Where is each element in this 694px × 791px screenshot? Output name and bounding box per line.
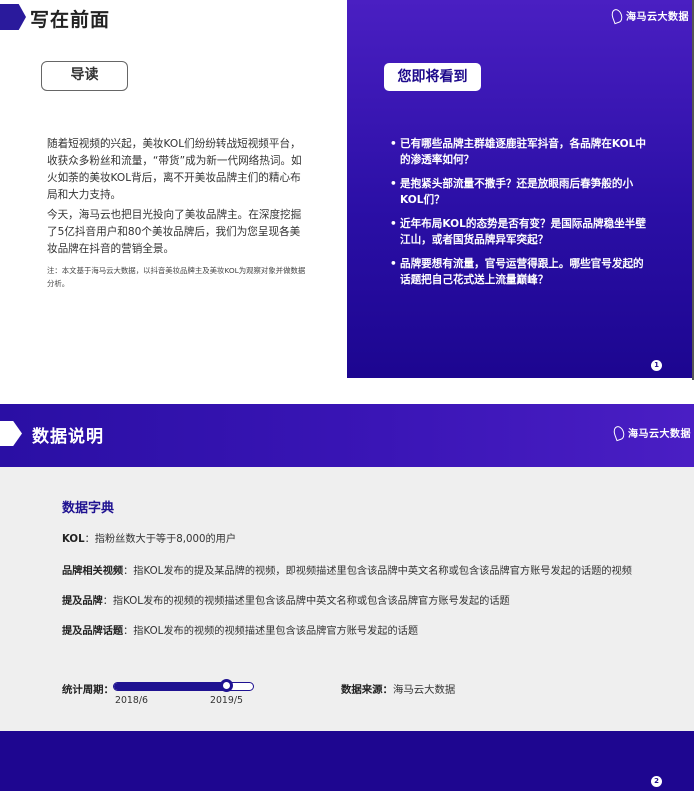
slide-data-notes: 数据说明 海马云大数据 数据字典 KOL：指粉丝数大于等于8,000的用户 品牌…	[0, 404, 694, 791]
brand-logo: 海马云大数据	[609, 7, 689, 24]
logo-text: 海马云大数据	[626, 12, 689, 23]
seahorse-icon	[611, 424, 627, 441]
definition-desc: ：指KOL发布的视频的视频描述里包含该品牌官方账号发起的话题	[123, 626, 419, 637]
preface-left-panel: 写在前面 导读 随着短视频的兴起，美妆KOL们纷纷转战短视频平台，收获众多粉丝和…	[0, 0, 347, 380]
page-number-badge: 2	[651, 776, 662, 787]
page-title: 写在前面	[30, 9, 111, 31]
dictionary-title: 数据字典	[62, 501, 115, 516]
guide-label: 导读	[41, 61, 128, 91]
definition-term: KOL	[62, 534, 85, 545]
period-end: 2019/5	[210, 695, 243, 706]
definition-row: KOL：指粉丝数大于等于8,000的用户	[62, 530, 662, 545]
data-source: 数据来源：海马云大数据	[341, 681, 455, 696]
brand-logo: 海马云大数据	[611, 424, 691, 441]
slide-preface: 写在前面 导读 随着短视频的兴起，美妆KOL们纷纷转战短视频平台，收获众多粉丝和…	[0, 0, 694, 380]
footnote: 注：本文基于海马云大数据，以抖音美妆品牌主及美妆KOL为观察对象并做数据分析。	[47, 266, 306, 288]
page-number-badge: 1	[651, 360, 662, 371]
question-list: 已有哪些品牌主群雄逐鹿驻军抖音，各品牌在KOL中的渗透率如何？ 是抱紧头部流量不…	[390, 136, 650, 296]
timeline-knob	[220, 679, 233, 692]
section-title: 数据说明	[32, 427, 104, 447]
seahorse-icon	[609, 7, 625, 24]
list-item: 已有哪些品牌主群雄逐鹿驻军抖音，各品牌在KOL中的渗透率如何？	[390, 136, 650, 168]
you-will-see-label: 您即将看到	[384, 63, 481, 91]
slide-header: 数据说明 海马云大数据	[0, 404, 694, 467]
list-item: 近年布局KOL的态势是否有变？是国际品牌稳坐半壁江山，或者国货品牌异军突起？	[390, 216, 650, 248]
logo-text: 海马云大数据	[628, 429, 691, 440]
source-value: 海马云大数据	[392, 684, 456, 696]
chevron-icon	[0, 4, 26, 30]
source-label: 数据来源：	[341, 684, 393, 696]
definition-desc: ：指KOL发布的提及某品牌的视频，即视频描述里包含该品牌中英文名称或包含该品牌官…	[123, 566, 632, 577]
timeline-fill	[114, 683, 227, 690]
definition-row: 提及品牌：指KOL发布的视频的视频描述里包含该品牌中英文名称或包含该品牌官方账号…	[62, 592, 662, 607]
definition-desc: ：指粉丝数大于等于8,000的用户	[84, 534, 237, 545]
definition-desc: ：指KOL发布的视频的视频描述里包含该品牌中英文名称或包含该品牌官方账号发起的话…	[102, 596, 510, 607]
period-start: 2018/6	[115, 695, 148, 706]
intro-paragraph-1: 随着短视频的兴起，美妆KOL们纷纷转战短视频平台，收获众多粉丝和流量，“带货”成…	[47, 138, 302, 201]
list-item: 品牌要想有流量，官号运营得跟上。哪些官号发起的话题把自己花式送上流量巅峰？	[390, 256, 650, 288]
period-label: 统计周期：	[62, 684, 114, 696]
intro-paragraph-2: 今天，海马云也把目光投向了美妆品牌主。在深度挖掘了5亿抖音用户和80个美妆品牌后…	[47, 209, 302, 255]
definition-term: 品牌相关视频	[62, 566, 124, 577]
definition-term: 提及品牌	[62, 596, 103, 607]
definition-row: 提及品牌话题：指KOL发布的视频的视频描述里包含该品牌官方账号发起的话题	[62, 622, 662, 637]
chevron-icon	[0, 421, 22, 446]
definition-row: 品牌相关视频：指KOL发布的提及某品牌的视频，即视频描述里包含该品牌中英文名称或…	[62, 562, 662, 577]
list-item: 是抱紧头部流量不撒手？还是放眼雨后春笋般的小KOL们？	[390, 176, 650, 208]
slide-footer	[0, 731, 694, 791]
definition-term: 提及品牌话题	[62, 626, 124, 637]
